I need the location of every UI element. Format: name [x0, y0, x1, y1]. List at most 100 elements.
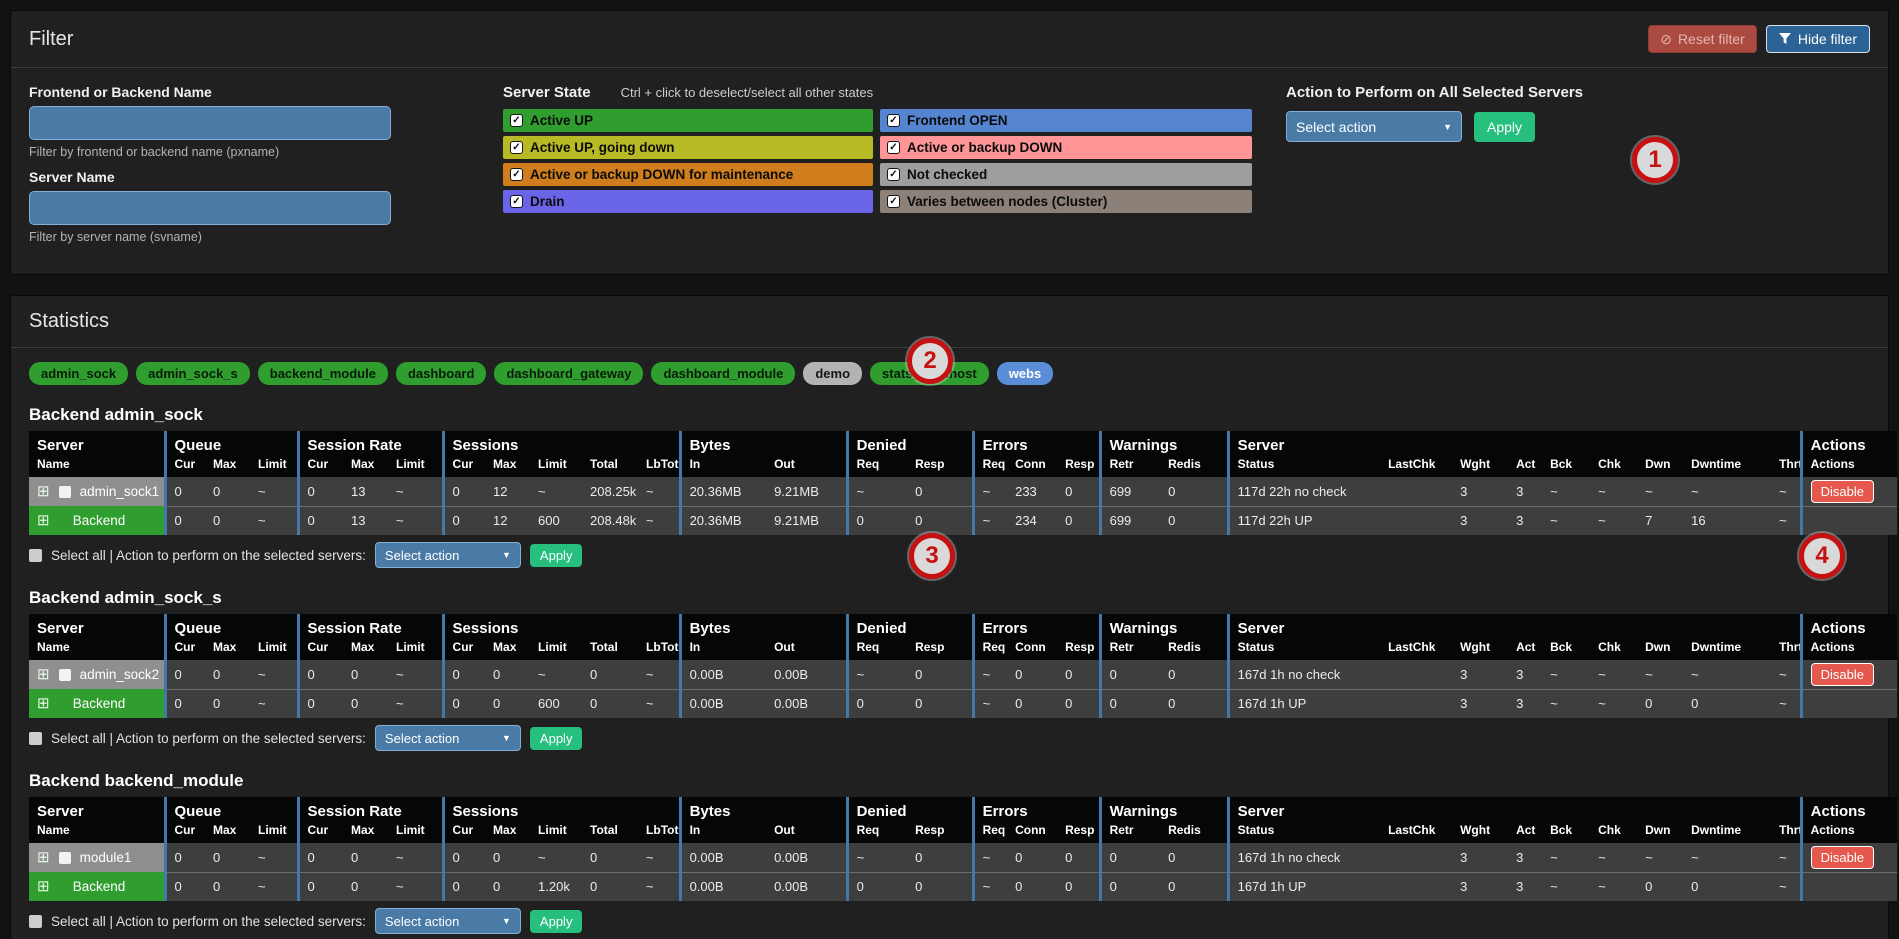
column-header: Req [973, 456, 1007, 477]
column-header: Cur [443, 456, 485, 477]
cell: 20.36MB [680, 477, 766, 506]
filter-panel-header: Filter ⊘ Reset filter Hide filter [11, 11, 1888, 68]
server-state-option[interactable]: ✓Not checked [880, 163, 1252, 186]
cell: ~ [847, 660, 907, 689]
expand-icon[interactable]: ⊞ [37, 513, 50, 528]
expand-icon[interactable]: ⊞ [37, 667, 50, 682]
bulk-action-select[interactable]: Select action ▼ [1286, 111, 1462, 142]
filter-body: Frontend or Backend Name Filter by front… [11, 68, 1888, 274]
expand-icon[interactable]: ⊞ [37, 696, 50, 711]
cell: 0 [298, 872, 343, 901]
cell [1380, 843, 1452, 872]
backend-tag[interactable]: dashboard [396, 362, 486, 385]
server-state-option[interactable]: ✓Varies between nodes (Cluster) [880, 190, 1252, 213]
server-name-cell: ⊞module1 [29, 843, 165, 872]
table-action-select[interactable]: Select action▼ [375, 725, 521, 751]
cell: 0 [205, 689, 250, 718]
cell: 3 [1508, 689, 1542, 718]
disable-button[interactable]: Disable [1811, 663, 1874, 686]
select-all-checkbox[interactable] [29, 549, 42, 562]
annotation-badge-4: 4 [1799, 533, 1845, 579]
cell: 0 [443, 477, 485, 506]
row-checkbox[interactable] [59, 669, 71, 681]
column-header: Conn [1007, 822, 1057, 843]
cell: ~ [638, 689, 680, 718]
cell: ~ [1683, 843, 1771, 872]
cell: 0 [582, 660, 638, 689]
backend-tag[interactable]: webs [997, 362, 1054, 385]
cell: ~ [1542, 843, 1590, 872]
table-apply-button[interactable]: Apply [530, 910, 583, 933]
cell: 208.48k [582, 506, 638, 535]
cell: ~ [1683, 660, 1771, 689]
cell: ~ [1771, 843, 1801, 872]
column-header: Act [1508, 456, 1542, 477]
table-row: ⊞Backend00~00~006000~0.00B0.00B00~000016… [29, 689, 1897, 718]
server-state-option[interactable]: ✓Active or backup DOWN [880, 136, 1252, 159]
filter-header-buttons: ⊘ Reset filter Hide filter [1648, 25, 1870, 53]
cell: 0 [1057, 872, 1100, 901]
pxname-filter-input[interactable] [29, 106, 391, 140]
cell: ~ [638, 506, 680, 535]
column-header: Cur [298, 639, 343, 660]
column-header: Total [582, 456, 638, 477]
backend-tag[interactable]: dashboard_module [651, 362, 795, 385]
table-action-select[interactable]: Select action▼ [375, 542, 521, 568]
row-checkbox[interactable] [59, 486, 71, 498]
expand-icon[interactable]: ⊞ [37, 850, 50, 865]
cell: 0 [907, 689, 973, 718]
backend-tag[interactable]: admin_sock [29, 362, 128, 385]
column-group-header: Server [29, 614, 165, 639]
backend-tag[interactable]: dashboard_gateway [494, 362, 643, 385]
column-header: Max [343, 639, 388, 660]
server-name-cell: ⊞Backend [29, 872, 165, 901]
column-header: Req [973, 822, 1007, 843]
caret-down-icon: ▼ [502, 916, 511, 926]
table-row: ⊞admin_sock200~00~00~0~0.00B0.00B~0~0000… [29, 660, 1897, 689]
cell: ~ [388, 477, 443, 506]
row-checkbox[interactable] [59, 852, 71, 864]
table-apply-button[interactable]: Apply [530, 544, 583, 567]
column-header: LbTot [638, 822, 680, 843]
server-state-option[interactable]: ✓Active UP [503, 109, 873, 132]
select-all-checkbox[interactable] [29, 915, 42, 928]
expand-icon[interactable]: ⊞ [37, 879, 50, 894]
table-apply-button[interactable]: Apply [530, 727, 583, 750]
cell: 0 [1100, 843, 1160, 872]
column-header: Redis [1160, 639, 1228, 660]
cell: 0 [343, 843, 388, 872]
disable-button[interactable]: Disable [1811, 846, 1874, 869]
select-all-checkbox[interactable] [29, 732, 42, 745]
hide-filter-button[interactable]: Hide filter [1766, 25, 1870, 53]
table-action-select[interactable]: Select action▼ [375, 908, 521, 934]
cell: 3 [1452, 506, 1508, 535]
backend-tag[interactable]: backend_module [258, 362, 388, 385]
cell: 0 [1683, 872, 1771, 901]
column-header: Chk [1590, 639, 1637, 660]
column-header: Limit [530, 639, 582, 660]
svname-filter-input[interactable] [29, 191, 391, 225]
column-header: Chk [1590, 456, 1637, 477]
disable-button[interactable]: Disable [1811, 480, 1874, 503]
server-state-option[interactable]: ✓Frontend OPEN [880, 109, 1252, 132]
server-name: Backend [59, 696, 140, 711]
checkbox-checked-icon: ✓ [510, 141, 523, 154]
annotation-badge-1: 1 [1632, 137, 1678, 183]
backend-tag[interactable]: demo [803, 362, 862, 385]
column-header: LastChk [1380, 639, 1452, 660]
server-state-option[interactable]: ✓Active UP, going down [503, 136, 873, 159]
hide-filter-label: Hide filter [1798, 31, 1857, 47]
backend-tag[interactable]: admin_sock_s [136, 362, 250, 385]
checkbox-checked-icon: ✓ [510, 114, 523, 127]
expand-icon[interactable]: ⊞ [37, 484, 50, 499]
reset-filter-button[interactable]: ⊘ Reset filter [1648, 25, 1757, 53]
cell: ~ [1590, 477, 1637, 506]
server-state-option-label: Active or backup DOWN [907, 140, 1062, 155]
cell: 0 [1007, 660, 1057, 689]
cell: ~ [1590, 689, 1637, 718]
server-state-option[interactable]: ✓Active or backup DOWN for maintenance [503, 163, 873, 186]
server-state-option[interactable]: ✓Drain [503, 190, 873, 213]
bulk-apply-button[interactable]: Apply [1474, 112, 1535, 142]
cell: ~ [847, 477, 907, 506]
cell: 0 [1160, 872, 1228, 901]
